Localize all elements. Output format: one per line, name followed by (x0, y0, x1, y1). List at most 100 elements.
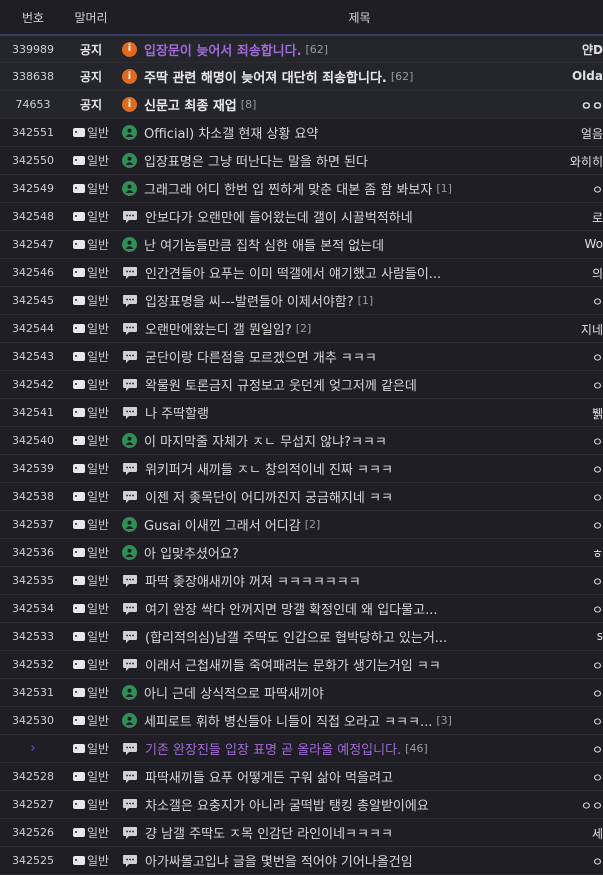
writer-name[interactable]: ㅇ (592, 741, 603, 758)
post-title-cell[interactable]: 이래서 근첩새끼들 죽여패려는 문화가 생기는거임 ㅋㅋ (116, 655, 603, 674)
post-title-link[interactable]: 입장표명을 씨---발련들아 이제서야함? (145, 291, 354, 310)
post-title-cell[interactable]: 이젠 저 좆목단이 어디까진지 궁금해지네 ㅋㅋ (116, 487, 603, 506)
post-title-link[interactable]: 아 입맞추셨어요? (144, 543, 239, 562)
post-title-cell[interactable]: 세피로트 휘하 병신들아 니들이 직접 오라고 ㅋㅋㅋ... [3] (116, 711, 603, 730)
table-row[interactable]: › 일반 기존 완장진들 입장 표명 곧 올라올 예정입니다. [46] ㅇ (0, 735, 603, 763)
table-row[interactable]: 342536 일반 아 입맞추셨어요? ㅎ (0, 539, 603, 567)
writer-name[interactable]: 와히히 (570, 153, 603, 170)
post-title-link[interactable]: 인간견들아 요푸는 이미 떡갤에서 얘기했고 사람들이... (145, 263, 441, 282)
table-row[interactable]: 342547 일반 난 여기놈들만큼 집착 심한 애들 본적 없는데 Wo (0, 231, 603, 259)
table-row[interactable]: 342532 일반 이래서 근첩새끼들 죽여패려는 문화가 생기는거임 ㅋㅋ ㅇ (0, 651, 603, 679)
table-row[interactable]: 342551 일반 Official) 차소갤 현재 상황 요약 얼음 (0, 119, 603, 147)
post-title-link[interactable]: 주딱 관련 해명이 늦어져 대단히 죄송합니다. (144, 67, 387, 86)
comment-count[interactable]: [62] (306, 43, 329, 56)
post-title-cell[interactable]: i 신문고 최종 재업 [8] (116, 95, 603, 114)
post-head-category[interactable]: 일반 (66, 516, 116, 533)
writer-name[interactable]: ㅇ (592, 685, 603, 702)
post-title-cell[interactable]: 걍 남갤 주딱도 ㅈ목 인감단 라인이네ㅋㅋㅋㅋ (116, 823, 603, 842)
post-title-link[interactable]: 위키퍼거 새끼들 ㅈㄴ 창의적이네 진짜 ㅋㅋㅋ (145, 459, 393, 478)
post-title-cell[interactable]: 파딱새끼들 요푸 어떻게든 구워 삶아 먹을려고 (116, 767, 603, 786)
table-row[interactable]: 342526 일반 걍 남갤 주딱도 ㅈ목 인감단 라인이네ㅋㅋㅋㅋ 세 (0, 819, 603, 847)
table-row[interactable]: 342534 일반 여기 완장 싹다 안꺼지면 망갤 확정인데 왜 입다물고... ㅇ (0, 595, 603, 623)
post-head-category[interactable]: 일반 (66, 768, 116, 785)
post-title-link[interactable]: 난 여기놈들만큼 집착 심한 애들 본적 없는데 (144, 235, 384, 254)
post-title-link[interactable]: 세피로트 휘하 병신들아 니들이 직접 오라고 ㅋㅋㅋ... (144, 711, 432, 730)
writer-name[interactable]: ㅇ (592, 601, 603, 618)
writer-name[interactable]: ㅇ (592, 657, 603, 674)
writer-name[interactable]: ㅇ (592, 181, 603, 198)
post-head-category[interactable]: 일반 (66, 572, 116, 589)
post-head-category[interactable]: 일반 (66, 124, 116, 141)
comment-count[interactable]: [8] (241, 98, 257, 111)
post-title-cell[interactable]: 차소갤은 요충지가 아니라 굴떡밥 탱킹 총알받이에요 (116, 795, 603, 814)
post-title-link[interactable]: 차소갤은 요충지가 아니라 굴떡밥 탱킹 총알받이에요 (145, 795, 429, 814)
writer-name[interactable]: 의 (592, 265, 603, 282)
post-title-link[interactable]: (합리적의심)남갤 주딱도 인갑으로 협박당하고 있는거... (145, 627, 447, 646)
notice-row[interactable]: 74653 공지 i 신문고 최종 재업 [8] ㅇㅇ (0, 91, 603, 119)
post-head-category[interactable]: 일반 (66, 404, 116, 421)
comment-count[interactable]: [46] (405, 742, 428, 755)
comment-count[interactable]: [3] (436, 714, 452, 727)
writer-name[interactable]: Wo (584, 237, 603, 251)
writer-name[interactable]: ㅇ (592, 713, 603, 730)
post-title-cell[interactable]: Official) 차소갤 현재 상황 요약 (116, 123, 603, 142)
post-title-cell[interactable]: i 주딱 관련 해명이 늦어져 대단히 죄송합니다. [62] (116, 67, 603, 86)
post-title-link[interactable]: 이젠 저 좆목단이 어디까진지 궁금해지네 ㅋㅋ (145, 487, 393, 506)
post-head-category[interactable]: 일반 (66, 320, 116, 337)
post-title-link[interactable]: 안보다가 오랜만에 들어왔는데 갤이 시끌벅적하네 (145, 207, 413, 226)
writer-name[interactable]: ㅇㅇ (581, 797, 603, 814)
post-title-link[interactable]: 그래그래 어디 한번 입 찐하게 맞춘 대본 좀 함 봐보자 (144, 179, 432, 198)
post-title-cell[interactable]: 안보다가 오랜만에 들어왔는데 갤이 시끌벅적하네 (116, 207, 603, 226)
writer-name[interactable]: 로 (592, 209, 603, 226)
table-row[interactable]: 342530 일반 세피로트 휘하 병신들아 니들이 직접 오라고 ㅋㅋㅋ... [3… (0, 707, 603, 735)
table-row[interactable]: 342527 일반 차소갤은 요충지가 아니라 굴떡밥 탱킹 총알받이에요 ㅇㅇ (0, 791, 603, 819)
post-head-category[interactable]: 일반 (66, 208, 116, 225)
writer-name[interactable]: 얀D (582, 41, 603, 58)
notice-row[interactable]: 339989 공지 i 입장문이 늦어서 죄송합니다. [62] 얀D (0, 35, 603, 63)
post-head-category[interactable]: 일반 (66, 712, 116, 729)
post-title-cell[interactable]: 기존 완장진들 입장 표명 곧 올라올 예정입니다. [46] (116, 739, 603, 758)
writer-name[interactable]: ㅇ (592, 489, 603, 506)
writer-name[interactable]: ㅇ (592, 377, 603, 394)
post-head-category[interactable]: 일반 (66, 460, 116, 477)
post-head-category[interactable]: 일반 (66, 740, 116, 757)
post-head-category[interactable]: 일반 (66, 292, 116, 309)
post-title-cell[interactable]: 아가싸몰고입냐 글을 몇번을 적어야 기어나올건임 (116, 851, 603, 870)
writer-name[interactable]: 뷁 (592, 405, 603, 422)
post-title-cell[interactable]: i 입장문이 늦어서 죄송합니다. [62] (116, 40, 603, 59)
table-row[interactable]: 342540 일반 이 마지막줄 자체가 ㅈㄴ 무섭지 않냐?ㅋㅋㅋ ㅇ (0, 427, 603, 455)
post-title-link[interactable]: 입장표명은 그냥 떠난다는 말을 하면 된다 (144, 151, 368, 170)
post-title-link[interactable]: 오랜만에왔는디 갤 뭔일임? (145, 319, 292, 338)
post-head-category[interactable]: 일반 (66, 544, 116, 561)
table-row[interactable]: 342537 일반 Gusai 이새낀 그래서 어디감 [2] ㅇ (0, 511, 603, 539)
table-row[interactable]: 342528 일반 파딱새끼들 요푸 어떻게든 구워 삶아 먹을려고 ㅇ (0, 763, 603, 791)
writer-name[interactable]: ㅇ (592, 517, 603, 534)
post-title-cell[interactable]: 난 여기놈들만큼 집착 심한 애들 본적 없는데 (116, 235, 603, 254)
writer-name[interactable]: 세 (592, 825, 603, 842)
post-title-link[interactable]: 신문고 최종 재업 (144, 95, 237, 114)
post-title-cell[interactable]: 위키퍼거 새끼들 ㅈㄴ 창의적이네 진짜 ㅋㅋㅋ (116, 459, 603, 478)
post-title-cell[interactable]: 인간견들아 요푸는 이미 떡갤에서 얘기했고 사람들이... (116, 263, 603, 282)
post-title-link[interactable]: 파딱 좆장애새끼야 꺼져 ㅋㅋㅋㅋㅋㅋㅋ (145, 571, 361, 590)
post-head-category[interactable]: 일반 (66, 152, 116, 169)
post-title-link[interactable]: Gusai 이새낀 그래서 어디감 (144, 515, 301, 534)
table-row[interactable]: 342549 일반 그래그래 어디 한번 입 찐하게 맞춘 대본 좀 함 봐보자 [1… (0, 175, 603, 203)
table-row[interactable]: 342539 일반 위키퍼거 새끼들 ㅈㄴ 창의적이네 진짜 ㅋㅋㅋ ㅇ (0, 455, 603, 483)
post-title-link[interactable]: 걍 남갤 주딱도 ㅈ목 인감단 라인이네ㅋㅋㅋㅋ (145, 823, 393, 842)
post-title-link[interactable]: 기존 완장진들 입장 표명 곧 올라올 예정입니다. (145, 739, 401, 758)
post-head-category[interactable]: 일반 (66, 656, 116, 673)
post-title-link[interactable]: 파딱새끼들 요푸 어떻게든 구워 삶아 먹을려고 (145, 767, 393, 786)
post-title-cell[interactable]: 파딱 좆장애새끼야 꺼져 ㅋㅋㅋㅋㅋㅋㅋ (116, 571, 603, 590)
writer-name[interactable]: ㅇ (592, 853, 603, 870)
table-row[interactable]: 342542 일반 왁물원 토론금지 규정보고 웃던게 엊그저께 같은데 ㅇ (0, 371, 603, 399)
post-title-link[interactable]: 아가싸몰고입냐 글을 몇번을 적어야 기어나올건임 (145, 851, 413, 870)
post-title-link[interactable]: 굳단이랑 다른점을 모르겠으면 개추 ㅋㅋㅋ (145, 347, 377, 366)
post-title-cell[interactable]: 굳단이랑 다른점을 모르겠으면 개추 ㅋㅋㅋ (116, 347, 603, 366)
post-head-category[interactable]: 일반 (66, 628, 116, 645)
table-row[interactable]: 342541 일반 나 주딱할랭 뷁 (0, 399, 603, 427)
post-head-category[interactable]: 공지 (66, 68, 116, 85)
notice-row[interactable]: 338638 공지 i 주딱 관련 해명이 늦어져 대단히 죄송합니다. [62] Old… (0, 63, 603, 91)
comment-count[interactable]: [1] (436, 182, 452, 195)
post-title-cell[interactable]: 입장표명은 그냥 떠난다는 말을 하면 된다 (116, 151, 603, 170)
post-title-cell[interactable]: 아 입맞추셨어요? (116, 543, 603, 562)
